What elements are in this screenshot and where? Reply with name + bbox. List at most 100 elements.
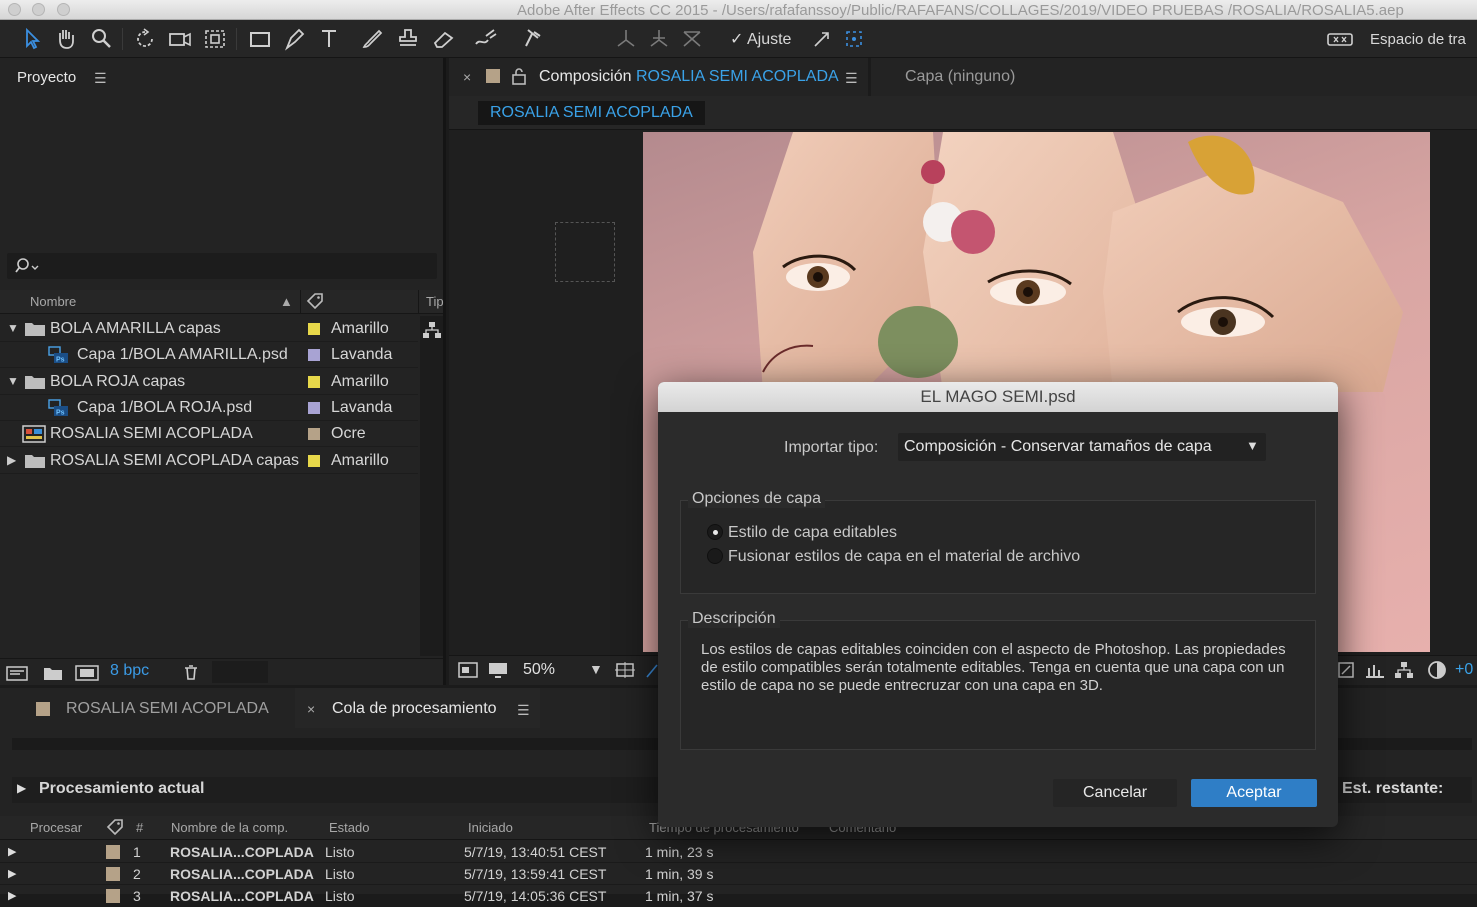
layer-tab[interactable]: Capa (ninguno) [905,68,1015,86]
zoom-tool-icon[interactable] [88,26,116,52]
disclosure-triangle-icon[interactable]: ▶ [8,889,16,902]
snap-features-icon[interactable] [840,26,868,52]
project-search-input[interactable] [7,253,437,279]
disclosure-expanded-icon[interactable]: ▼ [7,374,19,388]
puppet-pin-tool-icon[interactable] [518,26,546,52]
label-color-swatch[interactable] [106,867,120,881]
project-item[interactable]: Ps Capa 1/BOLA AMARILLA.psd Lavanda [0,342,418,369]
region-of-interest-icon[interactable] [614,661,636,684]
comp-name-column-header[interactable]: Nombre de la comp. [171,820,288,835]
disclosure-triangle-icon[interactable]: ▶ [8,867,16,880]
project-item[interactable]: ▼ BOLA ROJA capas Amarillo [0,369,418,395]
workspace-icon[interactable] [1326,26,1354,52]
render-queue-tab[interactable]: × Cola de procesamiento ☰ [295,688,540,728]
type-column-header[interactable]: Tip [426,294,444,309]
interpret-footage-icon[interactable] [6,664,30,687]
exposure-value[interactable]: +0 [1455,661,1473,679]
rectangle-tool-icon[interactable] [246,26,274,52]
render-queue-row[interactable]: ▶ 2 ROSALIA...COPLADA Listo 5/7/19, 13:59:41… [0,863,1477,885]
project-panel-title[interactable]: Proyecto [17,69,76,86]
close-tab-icon[interactable]: × [307,701,315,717]
label-color-swatch[interactable] [308,428,320,441]
merge-styles-label[interactable]: Fusionar estilos de capa en el material … [728,548,1080,566]
disclosure-triangle-icon[interactable]: ▶ [17,781,26,795]
pen-tool-icon[interactable] [281,26,309,52]
render-column-header[interactable]: Procesar [30,820,82,835]
rotate-tool-icon[interactable] [132,26,160,52]
view-axis-mode-icon[interactable] [678,26,706,52]
label-color-swatch[interactable] [308,349,320,362]
snap-edges-icon[interactable] [808,26,836,52]
editable-styles-radio[interactable] [707,524,723,540]
clone-stamp-tool-icon[interactable] [394,26,422,52]
pan-behind-tool-icon[interactable] [201,26,229,52]
type-tool-icon[interactable] [316,26,344,52]
close-tab-icon[interactable]: × [463,69,471,85]
trash-icon[interactable] [182,663,200,686]
name-column-header[interactable]: Nombre [30,294,76,309]
comp-flowchart-icon[interactable] [1394,661,1414,684]
panel-menu-icon[interactable]: ☰ [845,70,858,87]
status-column-header[interactable]: Estado [329,820,369,835]
number-column-header[interactable]: # [136,820,143,835]
label-color-swatch[interactable] [106,889,120,903]
transparency-grid-icon[interactable] [645,661,659,684]
disclosure-collapsed-icon[interactable]: ▶ [7,453,16,467]
lock-icon[interactable] [511,67,527,90]
new-composition-icon[interactable] [75,664,99,687]
breadcrumb[interactable]: ROSALIA SEMI ACOPLADA [478,101,705,125]
reset-exposure-icon[interactable] [1337,661,1355,684]
world-axis-mode-icon[interactable] [645,26,673,52]
bit-depth-button[interactable]: 8 bpc [110,662,149,680]
tools-toolbar: ✓ Ajuste Espacio de tra [0,20,1477,58]
disclosure-expanded-icon[interactable]: ▼ [7,321,19,335]
minimize-window-button[interactable] [32,3,45,16]
hand-tool-icon[interactable] [52,26,80,52]
close-window-button[interactable] [8,3,21,16]
project-item[interactable]: Ps Capa 1/BOLA ROJA.psd Lavanda [0,395,418,421]
project-item[interactable]: ROSALIA SEMI ACOPLADA Ocre [0,421,418,448]
merge-styles-radio[interactable] [707,548,723,564]
monitor-icon[interactable] [487,661,509,684]
toolbar-separator [122,28,123,50]
label-color-swatch[interactable] [308,454,320,467]
label-color-swatch[interactable] [308,375,320,388]
cancel-button[interactable]: Cancelar [1053,779,1177,807]
brush-tool-icon[interactable] [358,26,386,52]
project-scrollbar[interactable] [420,316,443,656]
label-color-swatch[interactable] [106,845,120,859]
project-item[interactable]: ▼ BOLA AMARILLA capas Amarillo [0,316,418,342]
panel-menu-icon[interactable]: ☰ [94,70,107,87]
started-column-header[interactable]: Iniciado [468,820,513,835]
always-preview-icon[interactable] [457,661,479,684]
render-queue-row[interactable]: ▶ 3 ROSALIA...COPLADA Listo 5/7/19, 14:05:36… [0,885,1477,907]
exposure-icon[interactable] [1427,660,1447,685]
new-folder-icon[interactable] [43,664,63,687]
disclosure-triangle-icon[interactable]: ▶ [8,845,16,858]
panel-menu-icon[interactable]: ☰ [517,702,530,719]
zoom-window-button[interactable] [57,3,70,16]
ok-button[interactable]: Aceptar [1191,779,1317,807]
timeline-icon[interactable] [1364,661,1386,684]
workspace-menu[interactable]: Espacio de tra [1370,31,1466,48]
render-queue-row[interactable]: ▶ 1 ROSALIA...COPLADA Listo 5/7/19, 13:40:51… [0,841,1477,863]
flowchart-icon[interactable] [422,321,442,344]
timeline-tab[interactable]: ROSALIA SEMI ACOPLADA [66,700,269,718]
label-color-swatch[interactable] [308,401,320,414]
editable-styles-label[interactable]: Estilo de capa editables [728,524,897,542]
label-column-icon[interactable] [106,819,124,838]
local-axis-mode-icon[interactable] [612,26,640,52]
sort-ascending-icon[interactable]: ▲ [280,294,293,309]
roto-brush-tool-icon[interactable] [472,26,500,52]
label-color-swatch[interactable] [308,323,320,335]
import-type-dropdown[interactable]: Composición - Conservar tamaños de capa … [898,433,1266,461]
selection-tool-icon[interactable] [18,26,46,52]
label-column-icon[interactable] [306,293,324,312]
magnification-value[interactable]: 50% [523,661,555,679]
camera-tool-icon[interactable] [166,26,194,52]
snap-toggle[interactable]: ✓ Ajuste [730,29,791,49]
eraser-tool-icon[interactable] [430,26,458,52]
chevron-down-icon[interactable]: ▼ [589,661,603,677]
composition-tab[interactable]: Composición ROSALIA SEMI ACOPLADA [539,68,839,86]
project-item[interactable]: ▶ ROSALIA SEMI ACOPLADA capas Amarillo [0,448,418,474]
